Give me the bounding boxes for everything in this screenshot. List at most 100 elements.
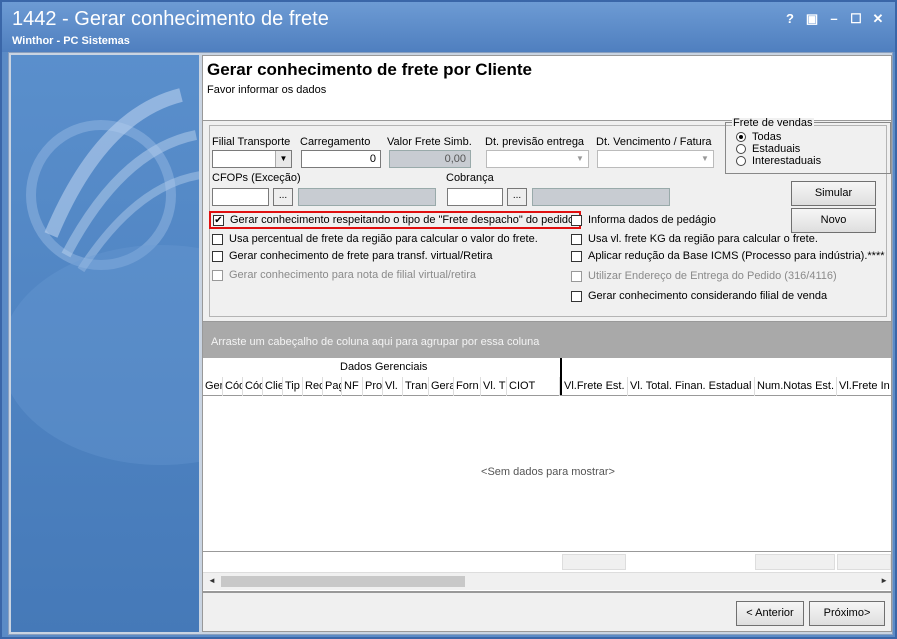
window-subtitle: Winthor - PC Sistemas: [12, 35, 130, 47]
dt-previsao-combo[interactable]: ▼: [486, 150, 589, 168]
wizard-nav-bar: < Anterior Próximo>: [202, 592, 892, 632]
check-label: Informa dados de pedágio: [588, 214, 716, 226]
column-header[interactable]: Gera: [429, 377, 454, 396]
column-header[interactable]: Rec: [303, 377, 323, 396]
check-pedagio[interactable]: Informa dados de pedágio: [571, 214, 716, 226]
radio-todas[interactable]: Todas: [736, 131, 781, 143]
cobranca-input[interactable]: [447, 188, 503, 206]
column-header[interactable]: Ger: [203, 377, 223, 396]
group-by-panel[interactable]: Arraste um cabeçalho de coluna aqui para…: [203, 322, 891, 358]
radio-label: Interestaduais: [752, 155, 822, 167]
empty-message: <Sem dados para mostrar>: [481, 466, 615, 478]
column-header[interactable]: Vl.Frete Est.: [562, 377, 628, 396]
carregamento-label: Carregamento: [300, 136, 371, 148]
checkbox-icon[interactable]: [571, 233, 582, 245]
checkbox-checked-icon[interactable]: ✔: [213, 214, 224, 226]
maximize-icon[interactable]: ☐: [845, 10, 867, 28]
scroll-right-icon[interactable]: ►: [880, 576, 888, 585]
chevron-down-icon[interactable]: ▼: [275, 151, 291, 167]
header: Gerar conhecimento de frete por Cliente …: [202, 55, 892, 121]
filial-label: Filial Transporte: [212, 136, 291, 148]
checkbox-icon[interactable]: [571, 214, 582, 226]
check-frete-kg[interactable]: Usa vl. frete KG da região para calcular…: [571, 233, 818, 245]
app-window: 1442 - Gerar conhecimento de frete Winth…: [0, 0, 897, 639]
cfops-input[interactable]: [212, 188, 269, 206]
column-header[interactable]: Forn: [454, 377, 481, 396]
scroll-thumb[interactable]: [221, 576, 465, 587]
check-filial-venda[interactable]: Gerar conhecimento considerando filial d…: [571, 290, 827, 302]
minimize-icon[interactable]: –: [823, 10, 845, 28]
check-label: Aplicar redução da Base ICMS (Processo p…: [588, 250, 885, 262]
radio-estaduais[interactable]: Estaduais: [736, 143, 800, 155]
winthor-logo-icon: [11, 88, 199, 465]
check-frete-despacho[interactable]: ✔ Gerar conhecimento respeitando o tipo d…: [209, 211, 582, 229]
column-header[interactable]: Num.Notas Est.: [755, 377, 837, 396]
column-header[interactable]: CIOT: [507, 377, 560, 396]
proximo-button[interactable]: Próximo>: [809, 601, 885, 626]
form-group: Filial Transporte ▼ Carregamento 0 Valor…: [209, 118, 891, 317]
client-area: Gerar conhecimento de frete por Cliente …: [8, 52, 893, 635]
side-banner: [11, 55, 199, 632]
check-filial-virtual: Gerar conhecimento para nota de filial v…: [212, 269, 476, 281]
cfops-search-button[interactable]: ...: [273, 188, 293, 206]
radio-icon[interactable]: [736, 156, 746, 166]
column-header[interactable]: Vl.Frete In: [837, 377, 891, 396]
page-title: Gerar conhecimento de frete por Cliente: [207, 60, 532, 79]
checkbox-icon[interactable]: [571, 290, 582, 302]
cobranca-label: Cobrança: [446, 172, 494, 184]
checkbox-icon[interactable]: [571, 250, 582, 262]
band-row: Dados Gerenciais: [203, 359, 891, 376]
column-header[interactable]: Vl. T: [481, 377, 507, 396]
check-label: Usa percentual de frete da região para c…: [229, 233, 538, 245]
chevron-down-icon[interactable]: ▼: [697, 151, 713, 167]
column-header[interactable]: Vl. Total. Finan. Estadual: [628, 377, 755, 396]
column-header[interactable]: Tip: [283, 377, 303, 396]
close-icon[interactable]: ✕: [867, 10, 889, 28]
form-area: Filial Transporte ▼ Carregamento 0 Valor…: [202, 118, 892, 321]
column-header[interactable]: Tran: [403, 377, 429, 396]
check-label: Utilizar Endereço de Entrega do Pedido (…: [588, 270, 837, 282]
footer-cell: [562, 554, 626, 570]
dt-vencimento-combo[interactable]: ▼: [597, 150, 714, 168]
check-transf-virtual[interactable]: Gerar conhecimento de frete para transf.…: [212, 250, 493, 262]
scroll-left-icon[interactable]: ◄: [208, 576, 216, 585]
check-reducao-icms[interactable]: Aplicar redução da Base ICMS (Processo p…: [571, 250, 885, 262]
dt-vencimento-label: Dt. Vencimento / Fatura: [596, 136, 712, 148]
radio-label: Todas: [752, 131, 782, 143]
window-title: 1442 - Gerar conhecimento de frete: [12, 8, 329, 30]
cobranca-search-button[interactable]: ...: [507, 188, 527, 206]
column-header[interactable]: Pag: [323, 377, 342, 396]
filial-combo[interactable]: ▼: [212, 150, 292, 168]
dt-previsao-label: Dt. previsão entrega: [485, 136, 585, 148]
chevron-down-icon[interactable]: ▼: [572, 151, 588, 167]
carregamento-input[interactable]: 0: [301, 150, 381, 168]
radio-selected-icon[interactable]: [736, 132, 746, 142]
frete-vendas-group: Frete de vendas Todas Estaduais Interest…: [725, 118, 891, 174]
column-header[interactable]: Cód: [243, 377, 263, 396]
main-panel: Gerar conhecimento de frete por Cliente …: [202, 55, 892, 632]
simular-button[interactable]: Simular: [791, 181, 876, 206]
column-header[interactable]: Clie: [263, 377, 283, 396]
column-header[interactable]: NF: [342, 377, 363, 396]
band-label: Dados Gerenciais: [340, 361, 428, 373]
checkbox-icon[interactable]: [212, 250, 223, 262]
novo-button[interactable]: Novo: [791, 208, 876, 233]
cfops-desc: [298, 188, 436, 206]
column-header[interactable]: Cód: [223, 377, 243, 396]
footer-cell: [837, 554, 891, 570]
radio-icon[interactable]: [736, 144, 746, 154]
anterior-button[interactable]: < Anterior: [736, 601, 804, 626]
check-percentual-regiao[interactable]: Usa percentual de frete da região para c…: [212, 233, 538, 245]
grid-footer-row: [203, 551, 891, 571]
help-icon[interactable]: ?: [779, 10, 801, 28]
data-grid: Arraste um cabeçalho de coluna aqui para…: [202, 321, 892, 592]
radio-interestaduais[interactable]: Interestaduais: [736, 155, 821, 167]
column-header[interactable]: Pro: [363, 377, 383, 396]
checkbox-icon[interactable]: [212, 233, 223, 245]
radio-label: Estaduais: [752, 143, 801, 155]
title-bar: 1442 - Gerar conhecimento de frete Winth…: [2, 2, 895, 52]
restore-icon[interactable]: ▣: [801, 10, 823, 28]
column-header[interactable]: Vl.: [383, 377, 403, 396]
valor-frete-label: Valor Frete Simb.: [387, 136, 472, 148]
horizontal-scrollbar[interactable]: ◄ ►: [203, 572, 891, 590]
